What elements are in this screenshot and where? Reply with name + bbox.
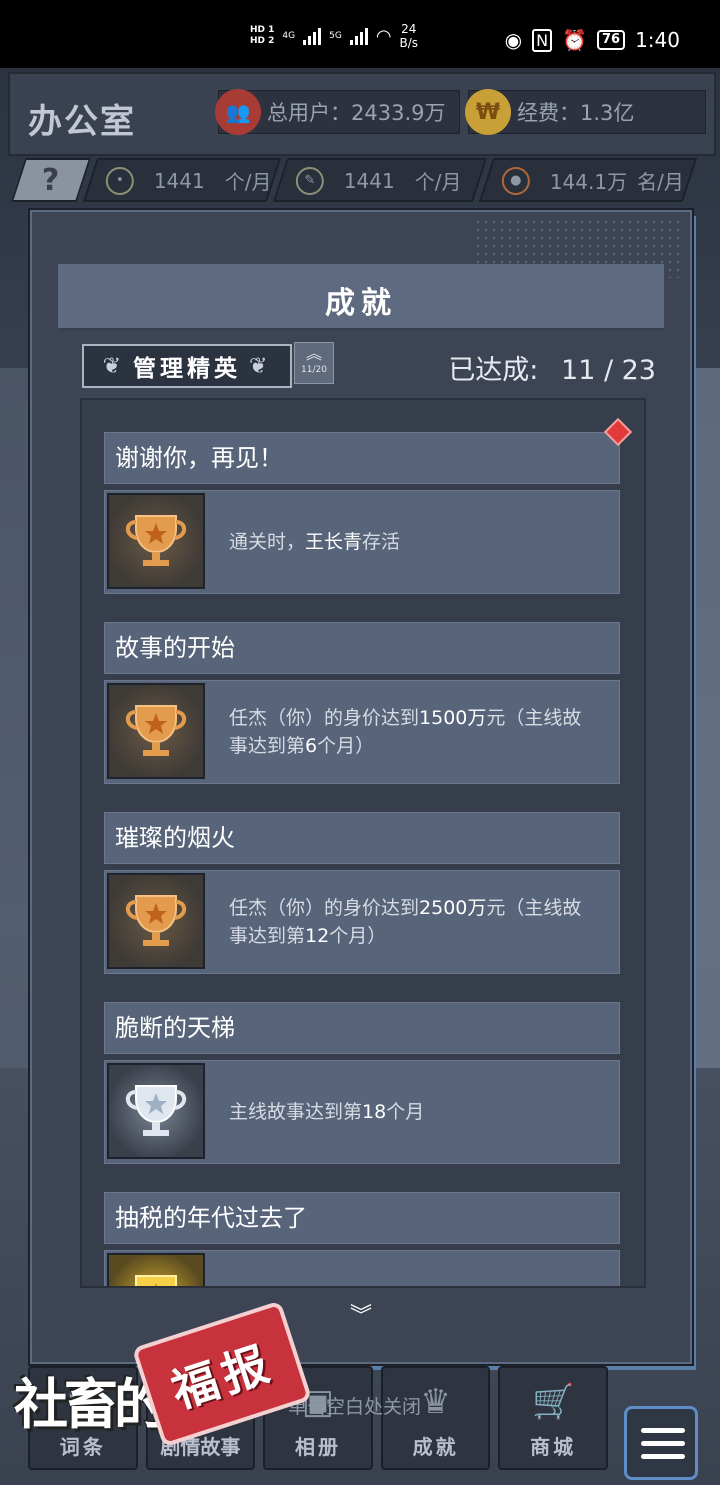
eye-icon: ◉ [504, 28, 523, 52]
hd1-indicator: HD 1 [250, 25, 275, 35]
hd2-indicator: HD 2 [250, 36, 275, 46]
menu-icon [641, 1427, 685, 1433]
rank-title: 管理精英 [133, 356, 241, 382]
wrench-icon: ✎ [296, 166, 324, 194]
users-icon: 👥 [215, 89, 261, 135]
nfc-icon: N [532, 28, 553, 52]
gold-trophy-icon [107, 1253, 205, 1286]
laurel-right-icon: ❦ [249, 353, 272, 379]
network-5g-label: 5G [329, 31, 342, 41]
laurel-left-icon: ❦ [102, 353, 125, 379]
help-icon: ? [42, 162, 60, 198]
game-logo: 社畜的 福报 [8, 1300, 313, 1450]
rank-progress: 11/20 [301, 365, 327, 375]
achievements-dialog: 成就 ❦ 管理精英 ❦ ︽ 11/20 已达成: 11 / 23 谢谢你，再见！… [30, 210, 692, 1364]
idea-stat-value: 1441 [154, 168, 205, 192]
user-growth-unit: 名/月 [637, 169, 685, 194]
net-speed-unit: B/s [399, 36, 419, 50]
bronze-trophy-icon [107, 493, 205, 589]
help-button[interactable]: ? [10, 158, 92, 202]
achievement-item[interactable]: 璀璨的烟火 任杰（你）的身价达到2500万元（主线故事达到第12个月） [104, 812, 620, 974]
battery-indicator: 76 [596, 30, 626, 50]
logo-stamp: 福报 [131, 1300, 313, 1448]
dialog-header: 成就 [58, 264, 664, 331]
wifi-icon: ◠ [375, 25, 392, 47]
total-users-stat[interactable]: 👥 总用户：2433.9万 [215, 89, 460, 135]
funds-label: 经费：1.3亿 [517, 101, 635, 125]
achievement-title: 脆断的天梯 [104, 1002, 620, 1054]
nav-shop[interactable]: 🛒 商城 [498, 1366, 608, 1470]
clock: 1:40 [635, 28, 680, 52]
nav-label: 成就 [412, 1435, 459, 1459]
silver-trophy-icon [107, 1063, 205, 1159]
bronze-trophy-icon [107, 683, 205, 779]
office-title: 办公室 [28, 102, 136, 142]
achieved-value: 11 / 23 [561, 355, 656, 386]
rank-progress-button[interactable]: ︽ 11/20 [294, 342, 334, 384]
achievement-list[interactable]: 谢谢你，再见！ 通关时，王长青存活 故事的开始 任杰（你）的身价达到1500万元… [80, 398, 646, 1288]
achievement-item[interactable]: 谢谢你，再见！ 通关时，王长青存活 [104, 417, 633, 594]
menu-button[interactable] [624, 1406, 698, 1480]
dialog-title: 成就 [325, 286, 397, 321]
achievement-title: 抽税的年代过去了 [104, 1192, 620, 1244]
achievement-item[interactable]: 抽税的年代过去了 [104, 1192, 620, 1286]
achievement-description: 主线故事达到第18个月 [229, 1101, 425, 1123]
idea-stat[interactable]: • 1441 个/月 [82, 158, 282, 202]
tech-stat-unit: 个/月 [414, 169, 462, 194]
nav-label: 商城 [530, 1435, 577, 1459]
achievement-description: 通关时，王长青存活 [229, 531, 401, 553]
resource-bar: ? • 1441 个/月 ✎ 1441 个/月 ● 144.1万 名/月 [10, 158, 698, 202]
bronze-trophy-icon [107, 873, 205, 969]
achievement-item[interactable]: 故事的开始 任杰（你）的身价达到1500万元（主线故事达到第6个月） [104, 622, 620, 784]
achieved-label: 已达成: [448, 355, 539, 386]
achievement-title: 璀璨的烟火 [104, 812, 620, 864]
coin-icon: ₩ [465, 89, 511, 135]
signal-icon-2 [349, 27, 368, 45]
status-bar: HD 1 HD 2 4G 5G ◠ 24 B/s ◉ N ⏰ 76 1:40 [0, 0, 720, 68]
achievement-title: 谢谢你，再见！ [104, 432, 620, 484]
net-speed-value: 24 [401, 22, 417, 36]
tech-stat[interactable]: ✎ 1441 个/月 [272, 158, 488, 202]
achieved-count: 已达成: 11 / 23 [448, 348, 656, 387]
user-growth-stat[interactable]: ● 144.1万 名/月 [478, 158, 698, 202]
top-hud: 办公室 👥 总用户：2433.9万 ₩ 经费：1.3亿 [8, 72, 716, 156]
achievement-title: 故事的开始 [104, 622, 620, 674]
chevron-up-icon: ︽ [305, 344, 322, 363]
achievement-description: 任杰（你）的身价达到2500万元（主线故事达到第12个月） [229, 897, 582, 947]
cart-icon: 🛒 [532, 1382, 575, 1422]
lightbulb-icon: • [106, 166, 134, 194]
alarm-icon: ⏰ [562, 28, 587, 52]
person-icon: ● [502, 166, 530, 194]
funds-stat[interactable]: ₩ 经费：1.3亿 [465, 89, 706, 135]
rank-badge: ❦ 管理精英 ❦ [82, 344, 292, 388]
achievement-description: 任杰（你）的身价达到1500万元（主线故事达到第6个月） [229, 707, 582, 757]
signal-icon [303, 27, 322, 45]
achievement-item[interactable]: 脆断的天梯 主线故事达到第18个月 [104, 1002, 620, 1164]
network-4g-label: 4G [282, 31, 296, 41]
user-growth-value: 144.1万 [550, 169, 628, 194]
idea-stat-unit: 个/月 [224, 169, 272, 194]
tech-stat-value: 1441 [344, 168, 395, 192]
total-users-label: 总用户：2433.9万 [267, 101, 446, 125]
